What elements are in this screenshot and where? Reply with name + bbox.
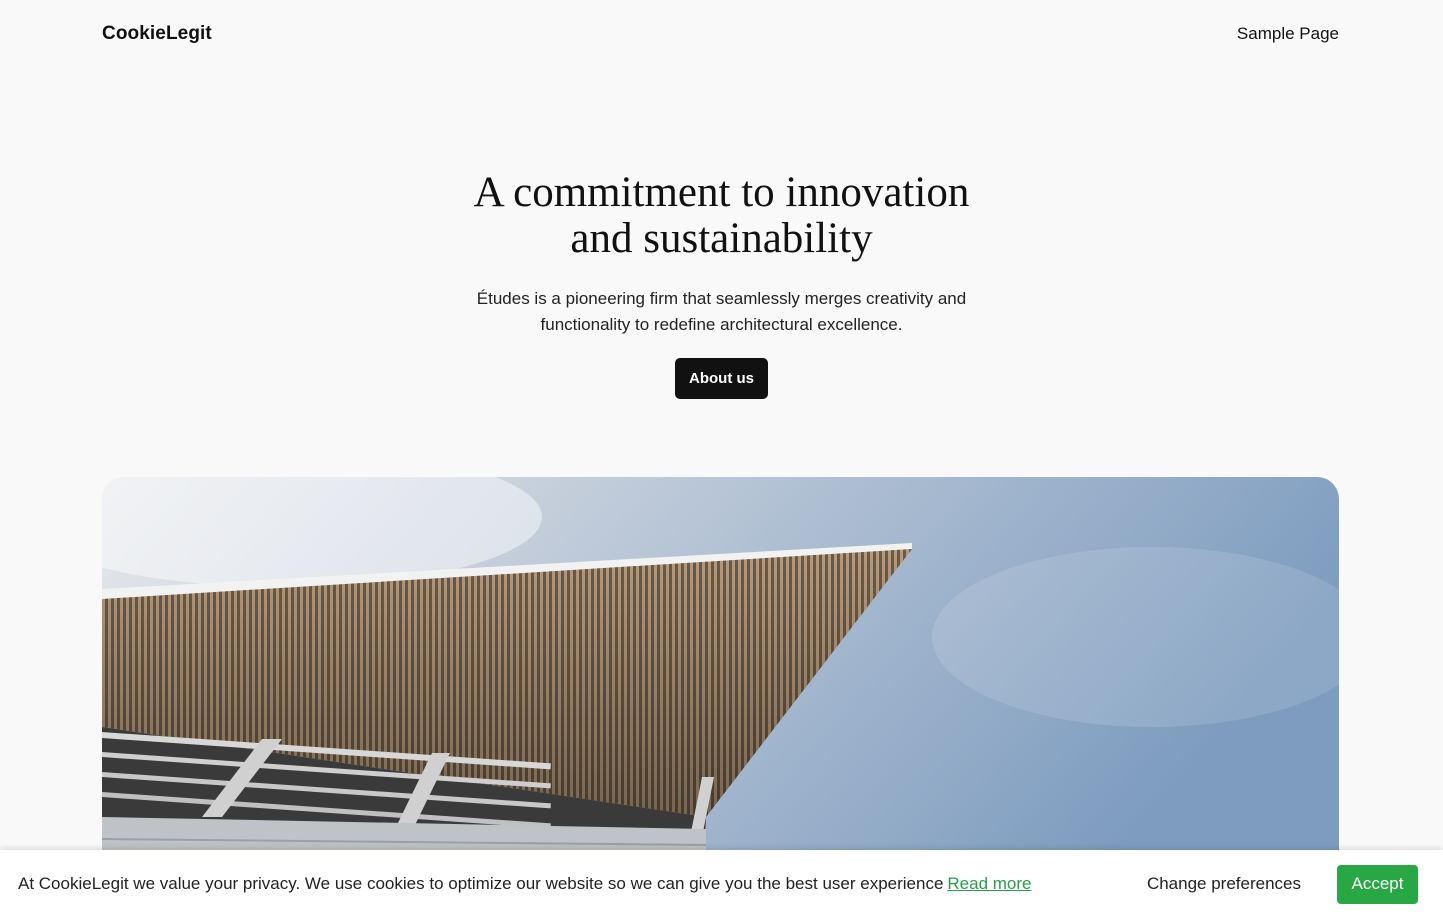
hero-image [102,477,1339,897]
nav-link-sample-page[interactable]: Sample Page [1237,24,1339,43]
hero-heading: A commitment to innovation and sustainab… [412,170,1032,262]
site-title-link[interactable]: CookieLegit [102,23,212,45]
hero-heading-line-1: A commitment to innovation [473,169,970,216]
hero-description: Études is a pioneering firm that seamles… [452,286,992,338]
read-more-link[interactable]: Read more [947,874,1031,893]
cookie-consent-bar: At CookieLegit we value your privacy. We… [0,850,1443,918]
cookie-actions: Change preferences Accept [1141,864,1425,904]
hero-heading-line-2: and sustainability [570,215,873,262]
hero-description-line-2: functionality to redefine architectural … [540,315,903,334]
cookie-message-text: At CookieLegit we value your privacy. We… [18,874,944,893]
hero-description-line-1: Études is a pioneering firm that seamles… [476,289,967,308]
site-header: CookieLegit Sample Page [102,18,1339,50]
about-us-button[interactable]: About us [675,358,768,399]
page: CookieLegit Sample Page A commitment to … [0,0,1443,918]
primary-nav: Sample Page [1237,24,1339,44]
accept-button[interactable]: Accept [1337,864,1418,904]
cookie-message: At CookieLegit we value your privacy. We… [18,874,1032,894]
building-canopy-photo [102,477,1339,897]
hero-section: A commitment to innovation and sustainab… [0,170,1443,399]
change-preferences-button[interactable]: Change preferences [1141,873,1307,895]
